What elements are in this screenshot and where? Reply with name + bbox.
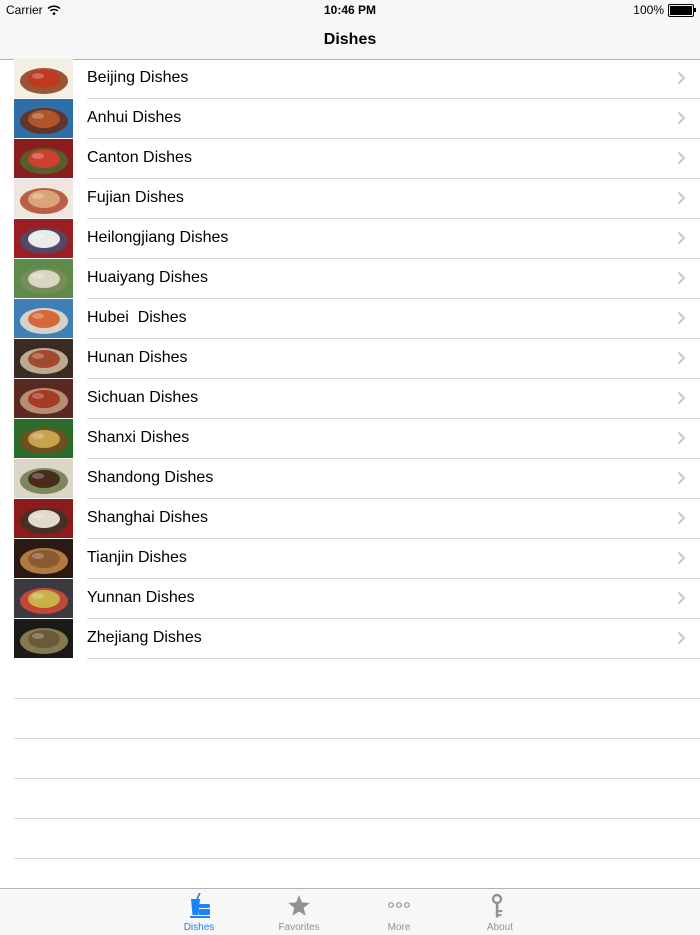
row-separator	[14, 858, 700, 859]
dish-thumbnail	[14, 99, 73, 138]
dish-label: Zhejiang Dishes	[87, 629, 202, 646]
tab-about[interactable]: About	[465, 889, 535, 935]
list-item[interactable]: Hubei Dishes	[0, 299, 700, 339]
dish-label: Hubei Dishes	[87, 309, 187, 326]
battery-percent: 100%	[633, 3, 664, 17]
dish-label: Tianjin Dishes	[87, 549, 187, 566]
navigation-bar: Dishes	[0, 20, 700, 60]
dish-thumbnail	[14, 259, 73, 298]
chevron-right-icon	[677, 151, 686, 170]
dish-thumbnail	[14, 539, 73, 578]
list-item[interactable]: Tianjin Dishes	[0, 539, 700, 579]
tab-bar: Dishes Favorites More About	[0, 888, 700, 935]
dish-thumbnail	[14, 499, 73, 538]
dish-thumbnail	[14, 299, 73, 338]
dishes-icon	[187, 892, 211, 919]
dish-thumbnail	[14, 179, 73, 218]
key-icon	[488, 893, 512, 919]
chevron-right-icon	[677, 591, 686, 610]
dish-thumbnail	[14, 579, 73, 618]
chevron-right-icon	[677, 191, 686, 210]
dish-thumbnail	[14, 379, 73, 418]
dish-label: Fujian Dishes	[87, 189, 184, 206]
empty-row	[0, 659, 700, 699]
dish-list: Beijing Dishes Anhui Dishes Canton Dishes F…	[0, 59, 700, 859]
chevron-right-icon	[677, 431, 686, 450]
tab-label: About	[486, 922, 514, 933]
more-icon	[387, 893, 411, 919]
empty-row	[0, 779, 700, 819]
list-item[interactable]: Sichuan Dishes	[0, 379, 700, 419]
chevron-right-icon	[677, 631, 686, 650]
dish-thumbnail	[14, 619, 73, 658]
dish-label: Huaiyang Dishes	[87, 269, 208, 286]
dish-thumbnail	[14, 339, 73, 378]
list-item[interactable]: Huaiyang Dishes	[0, 259, 700, 299]
list-item[interactable]: Fujian Dishes	[0, 179, 700, 219]
battery-indicator: 100%	[633, 3, 696, 17]
chevron-right-icon	[677, 511, 686, 530]
dish-label: Shandong Dishes	[87, 469, 214, 486]
empty-row	[0, 819, 700, 859]
empty-row	[0, 699, 700, 739]
dish-label: Hunan Dishes	[87, 349, 188, 366]
battery-icon	[668, 3, 696, 17]
tab-dishes[interactable]: Dishes	[164, 889, 234, 935]
dish-label: Shanghai Dishes	[87, 509, 208, 526]
dish-label: Anhui Dishes	[87, 109, 182, 126]
status-bar: Carrier 10:46 PM 100%	[0, 0, 700, 20]
empty-row	[0, 739, 700, 779]
list-item[interactable]: Yunnan Dishes	[0, 579, 700, 619]
chevron-right-icon	[677, 551, 686, 570]
dish-thumbnail	[14, 219, 73, 258]
tab-label: Favorites	[278, 922, 320, 933]
list-item[interactable]: Canton Dishes	[0, 139, 700, 179]
list-item[interactable]: Zhejiang Dishes	[0, 619, 700, 659]
dish-thumbnail	[14, 59, 73, 98]
tab-favorites[interactable]: Favorites	[264, 889, 334, 935]
page-title: Dishes	[323, 31, 377, 48]
tab-label: More	[387, 922, 411, 933]
dish-label: Heilongjiang Dishes	[87, 229, 229, 246]
chevron-right-icon	[677, 271, 686, 290]
list-item[interactable]: Shanxi Dishes	[0, 419, 700, 459]
status-time: 10:46 PM	[323, 3, 377, 17]
dish-thumbnail	[14, 139, 73, 178]
dish-label: Sichuan Dishes	[87, 389, 199, 406]
dish-label: Beijing Dishes	[87, 69, 189, 86]
tab-label: Dishes	[183, 922, 215, 933]
dish-thumbnail	[14, 419, 73, 458]
chevron-right-icon	[677, 231, 686, 250]
chevron-right-icon	[677, 311, 686, 330]
dish-label: Yunnan Dishes	[87, 589, 195, 606]
list-item[interactable]: Hunan Dishes	[0, 339, 700, 379]
tab-more[interactable]: More	[364, 889, 434, 935]
dish-label: Canton Dishes	[87, 149, 192, 166]
list-item[interactable]: Shanghai Dishes	[0, 499, 700, 539]
list-item[interactable]: Beijing Dishes	[0, 59, 700, 99]
chevron-right-icon	[677, 391, 686, 410]
chevron-right-icon	[677, 351, 686, 370]
dish-label: Shanxi Dishes	[87, 429, 190, 446]
dish-thumbnail	[14, 459, 73, 498]
list-item[interactable]: Anhui Dishes	[0, 99, 700, 139]
star-icon	[287, 893, 311, 919]
chevron-right-icon	[677, 71, 686, 90]
list-item[interactable]: Heilongjiang Dishes	[0, 219, 700, 259]
chevron-right-icon	[677, 111, 686, 130]
chevron-right-icon	[677, 471, 686, 490]
list-item[interactable]: Shandong Dishes	[0, 459, 700, 499]
